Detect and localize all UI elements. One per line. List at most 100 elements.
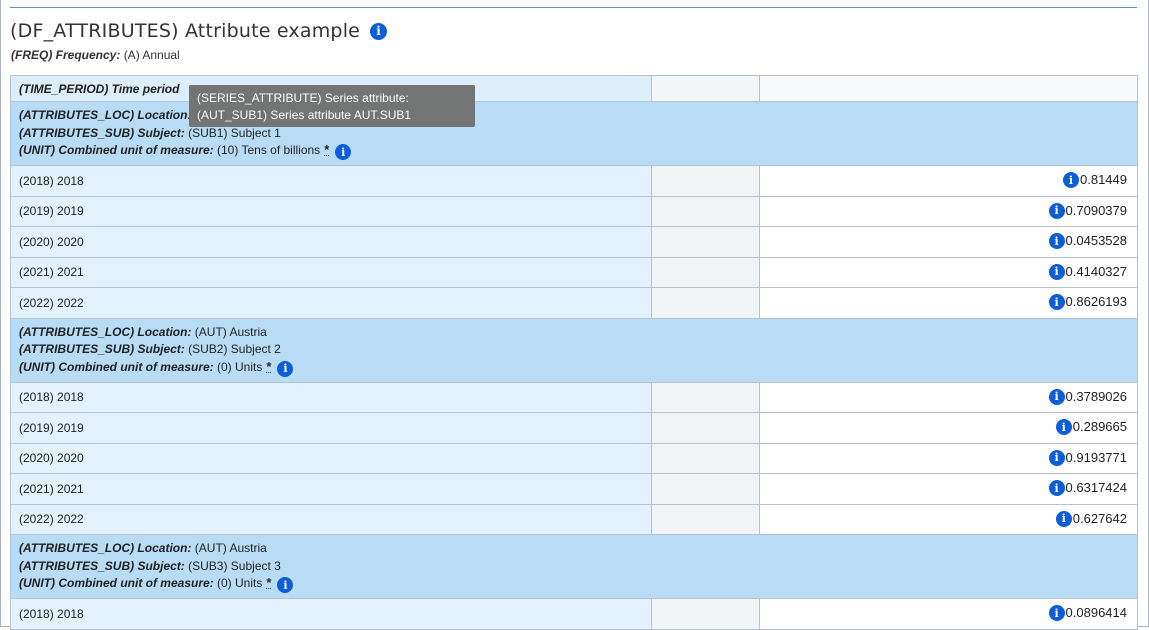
subject-line: (ATTRIBUTES_SUB) Subject: (SUB2) Subject… (19, 341, 1129, 359)
subject-value: (SUB1) Subject 1 (188, 125, 281, 140)
unit-label: (UNIT) Combined unit of measure: (19, 143, 214, 158)
observation-value: 0.0453528 (1065, 233, 1127, 249)
unit-line: (UNIT) Combined unit of measure: (0) Uni… (19, 359, 1129, 377)
asterisk-icon[interactable]: * (266, 360, 272, 373)
table-row: (2019) 2019 i 0.289665 (10, 412, 1138, 444)
table-row: (2019) 2019 i 0.7090379 (10, 195, 1138, 227)
info-icon[interactable]: i (1048, 605, 1065, 622)
unit-value: (0) Units (217, 576, 263, 591)
time-period-cell: (2018) 2018 (10, 381, 652, 413)
observation-value: 0.3789026 (1065, 388, 1127, 404)
empty-cell (651, 195, 760, 227)
top-divider (10, 7, 1137, 8)
group-header-cell: (ATTRIBUTES_LOC) Location: (AUT) Austria… (10, 101, 1138, 166)
subject-value: (SUB2) Subject 2 (188, 342, 281, 357)
info-icon[interactable]: i (277, 360, 294, 377)
location-value: (AUT) Austria (194, 541, 267, 556)
location-label: (ATTRIBUTES_LOC) Location: (19, 324, 192, 339)
group-header-row: (ATTRIBUTES_LOC) Location: (AUT) Austria… (10, 534, 1138, 599)
time-period-cell: (2019) 2019 (10, 412, 652, 444)
series-attribute-tooltip: (SERIES_ATTRIBUTE) Series attribute: (AU… (189, 85, 475, 127)
frequency-value: (A) Annual (123, 48, 180, 62)
page-title: (DF_ATTRIBUTES) Attribute example (10, 20, 361, 42)
observation-value: 0.289665 (1072, 419, 1127, 435)
table-row: (2018) 2018 i 0.81449 (10, 165, 1138, 197)
location-label: (ATTRIBUTES_LOC) Location: (19, 541, 192, 556)
info-icon[interactable]: i (1063, 172, 1079, 189)
table-row: (2018) 2018 i 0.3789026 (10, 381, 1138, 413)
group-header-cell: (ATTRIBUTES_LOC) Location: (AUT) Austria… (10, 534, 1138, 599)
header-empty-cell (759, 75, 1138, 102)
table-header-row: (TIME_PERIOD) Time period (10, 75, 1138, 102)
location-line: (ATTRIBUTES_LOC) Location: (AUT) Austria (19, 107, 1129, 125)
observation-value: 0.81449 (1080, 172, 1127, 188)
time-period-cell: (2020) 2020 (10, 226, 652, 258)
tooltip-line: (SERIES_ATTRIBUTE) Series attribute: (197, 91, 409, 105)
info-icon[interactable]: i (1048, 480, 1065, 497)
unit-label: (UNIT) Combined unit of measure: (19, 576, 214, 591)
group-header-row: (ATTRIBUTES_LOC) Location: (AUT) Austria… (10, 317, 1138, 383)
value-cell: i 0.3789026 (759, 381, 1138, 413)
empty-cell (651, 287, 760, 319)
info-icon[interactable]: i (1048, 449, 1065, 466)
time-period-cell: (2021) 2021 (10, 473, 652, 505)
info-icon[interactable]: i (1055, 510, 1072, 527)
info-icon[interactable]: i (1048, 263, 1065, 280)
info-icon[interactable]: i (277, 577, 294, 594)
unit-label: (UNIT) Combined unit of measure: (19, 359, 214, 374)
time-period-cell: (2018) 2018 (10, 165, 652, 197)
observation-value: 0.8626193 (1065, 294, 1127, 310)
info-icon[interactable]: i (1055, 419, 1072, 436)
location-label: (ATTRIBUTES_LOC) Location: (19, 108, 192, 123)
value-cell: i 0.627642 (759, 503, 1138, 535)
info-icon[interactable]: i (335, 144, 352, 161)
asterisk-icon[interactable]: * (324, 143, 330, 157)
info-icon[interactable]: i (1048, 202, 1065, 219)
subject-line: (ATTRIBUTES_SUB) Subject: (SUB1) Subject… (19, 125, 1129, 143)
info-icon[interactable]: i (1048, 233, 1065, 250)
observation-value: 0.7090379 (1065, 202, 1127, 218)
observation-value: 0.627642 (1072, 510, 1127, 526)
tooltip-line: (AUT_SUB1) Series attribute AUT.SUB1 (197, 108, 412, 122)
title-row: (DF_ATTRIBUTES) Attribute example i (10, 20, 388, 42)
observation-value: 0.4140327 (1065, 263, 1127, 279)
info-icon[interactable]: i (1048, 388, 1065, 405)
value-cell: i 0.9193771 (759, 442, 1138, 474)
frequency-subtitle: (FREQ) Frequency: (A) Annual (11, 48, 180, 62)
empty-cell (651, 412, 760, 444)
table-row: (2022) 2022 i 0.627642 (10, 503, 1138, 535)
empty-cell (651, 256, 760, 288)
empty-cell (651, 381, 760, 413)
value-cell: i 0.81449 (759, 165, 1138, 197)
table-row: (2021) 2021 i 0.4140327 (10, 256, 1138, 288)
table-row: (2022) 2022 i 0.8626193 (10, 287, 1138, 319)
unit-value: (10) Tens of billions (217, 143, 321, 158)
observation-value: 0.6317424 (1065, 480, 1127, 496)
location-value: (AUT) Austria (194, 324, 267, 339)
info-icon[interactable]: i (370, 22, 388, 40)
info-icon[interactable]: i (1048, 294, 1065, 311)
header-empty-cell (651, 75, 760, 102)
subject-label: (ATTRIBUTES_SUB) Subject: (19, 342, 185, 357)
unit-line: (UNIT) Combined unit of measure: (10) Te… (19, 142, 1129, 161)
subject-label: (ATTRIBUTES_SUB) Subject: (19, 125, 185, 140)
subject-label: (ATTRIBUTES_SUB) Subject: (19, 558, 185, 573)
time-period-cell: (2022) 2022 (10, 503, 652, 535)
data-table: (TIME_PERIOD) Time period (ATTRIBUTES_LO… (10, 75, 1138, 630)
observation-value: 0.9193771 (1065, 449, 1127, 465)
table-row: (2020) 2020 i 0.0453528 (10, 226, 1138, 258)
empty-cell (651, 442, 760, 474)
asterisk-icon[interactable]: * (266, 576, 272, 590)
empty-cell (651, 598, 760, 630)
subject-value: (SUB3) Subject 3 (188, 558, 281, 573)
value-cell: i 0.7090379 (759, 195, 1138, 227)
empty-cell (651, 473, 760, 505)
value-cell: i 0.8626193 (759, 287, 1138, 319)
table-row: (2020) 2020 i 0.9193771 (10, 442, 1138, 474)
value-cell: i 0.0896414 (759, 598, 1138, 630)
frequency-label: (FREQ) Frequency: (11, 48, 121, 62)
observation-value: 0.0896414 (1065, 605, 1127, 621)
value-cell: i 0.289665 (759, 412, 1138, 444)
time-period-cell: (2020) 2020 (10, 442, 652, 474)
table-row: (2021) 2021 i 0.6317424 (10, 473, 1138, 505)
